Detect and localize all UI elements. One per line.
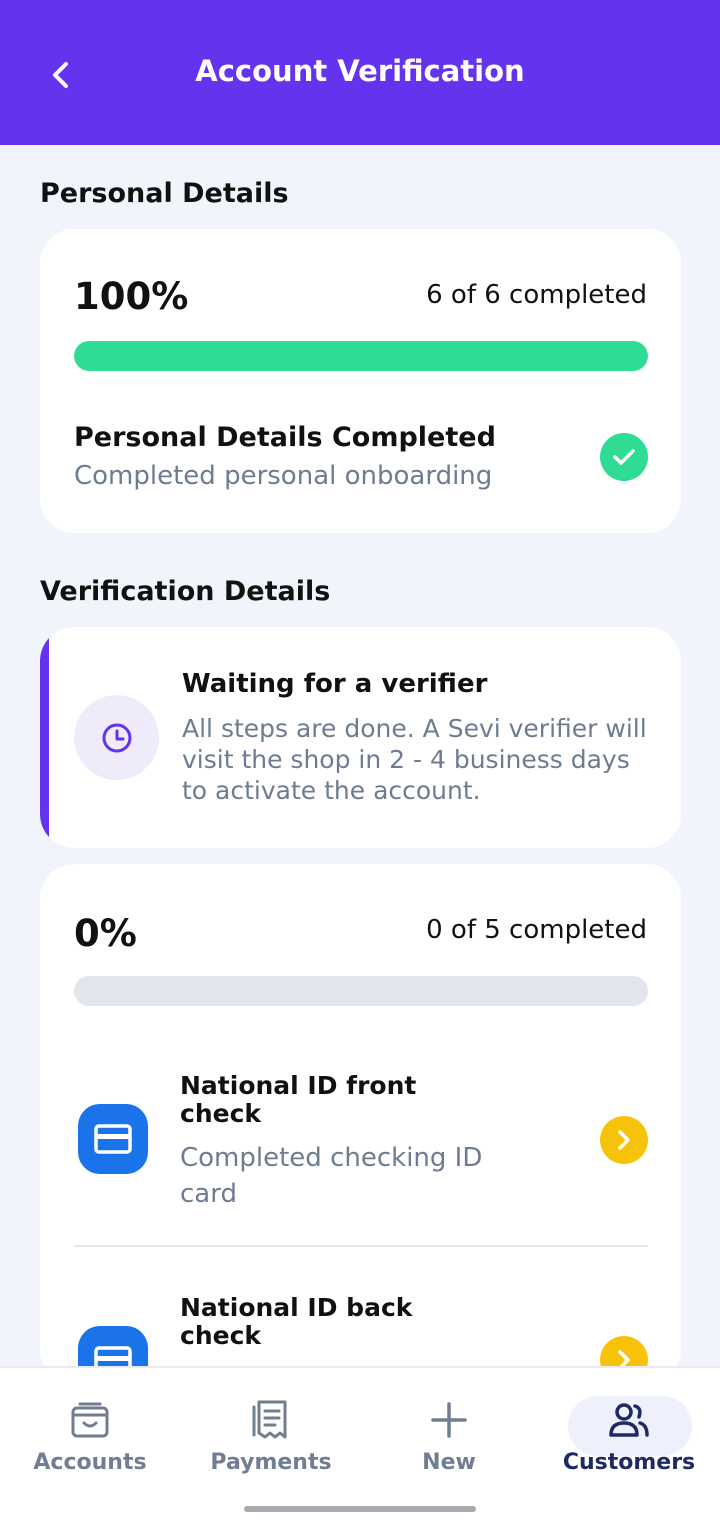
- chevron-right-icon: [618, 1130, 630, 1150]
- wallet-icon: [71, 1402, 109, 1438]
- notice-text: All steps are done. A Sevi verifier will…: [182, 714, 647, 805]
- personal-count: 6 of 6 completed: [426, 280, 647, 310]
- personal-progress-fill: [74, 341, 648, 371]
- notice-accent-bar: [40, 627, 49, 848]
- step-title: National ID front check: [180, 1071, 417, 1128]
- personal-item-title: Personal Details Completed: [74, 422, 496, 453]
- bottom-navigation: Accounts Payments New Customers: [0, 1366, 720, 1524]
- clock-badge: [74, 695, 159, 780]
- completed-badge: [600, 433, 648, 481]
- nav-label: Payments: [210, 1450, 332, 1475]
- verification-count: 0 of 5 completed: [426, 915, 647, 945]
- nav-accounts[interactable]: Accounts: [15, 1388, 165, 1478]
- personal-details-card: 100% 6 of 6 completed Personal Details C…: [40, 229, 681, 533]
- verification-steps-card: 0% 0 of 5 completed National ID front ch…: [40, 864, 681, 1384]
- section-title-personal: Personal Details: [40, 178, 289, 209]
- nav-label: New: [422, 1450, 476, 1475]
- app-header: Account Verification: [0, 0, 720, 145]
- receipt-icon: [252, 1400, 287, 1439]
- nav-new[interactable]: New: [374, 1388, 524, 1478]
- home-indicator[interactable]: [244, 1506, 476, 1512]
- plus-icon: [431, 1402, 467, 1438]
- verification-percent: 0%: [74, 912, 137, 955]
- step-divider: [74, 1245, 648, 1247]
- personal-progress-bar: [74, 341, 648, 371]
- page-title: Account Verification: [195, 54, 525, 88]
- nav-label: Customers: [562, 1450, 696, 1475]
- section-title-verification: Verification Details: [40, 576, 331, 607]
- verification-progress-bar: [74, 976, 648, 1006]
- nav-payments[interactable]: Payments: [196, 1388, 346, 1478]
- personal-item-subtitle: Completed personal onboarding: [74, 461, 493, 491]
- verifier-notice-card: Waiting for a verifier All steps are don…: [40, 627, 681, 848]
- nav-label: Accounts: [33, 1450, 147, 1475]
- id-card-icon: [94, 1124, 132, 1154]
- step-subtitle: Completed checking ID card: [180, 1143, 483, 1209]
- users-icon: [609, 1403, 649, 1437]
- check-icon: [613, 449, 635, 465]
- clock-icon: [102, 723, 131, 752]
- step-icon-badge: [78, 1104, 148, 1174]
- nav-customers[interactable]: Customers: [554, 1388, 704, 1478]
- step-title: National ID back check: [180, 1293, 413, 1350]
- personal-percent: 100%: [74, 275, 189, 318]
- notice-title: Waiting for a verifier: [182, 669, 488, 699]
- step-open-button[interactable]: [600, 1116, 648, 1164]
